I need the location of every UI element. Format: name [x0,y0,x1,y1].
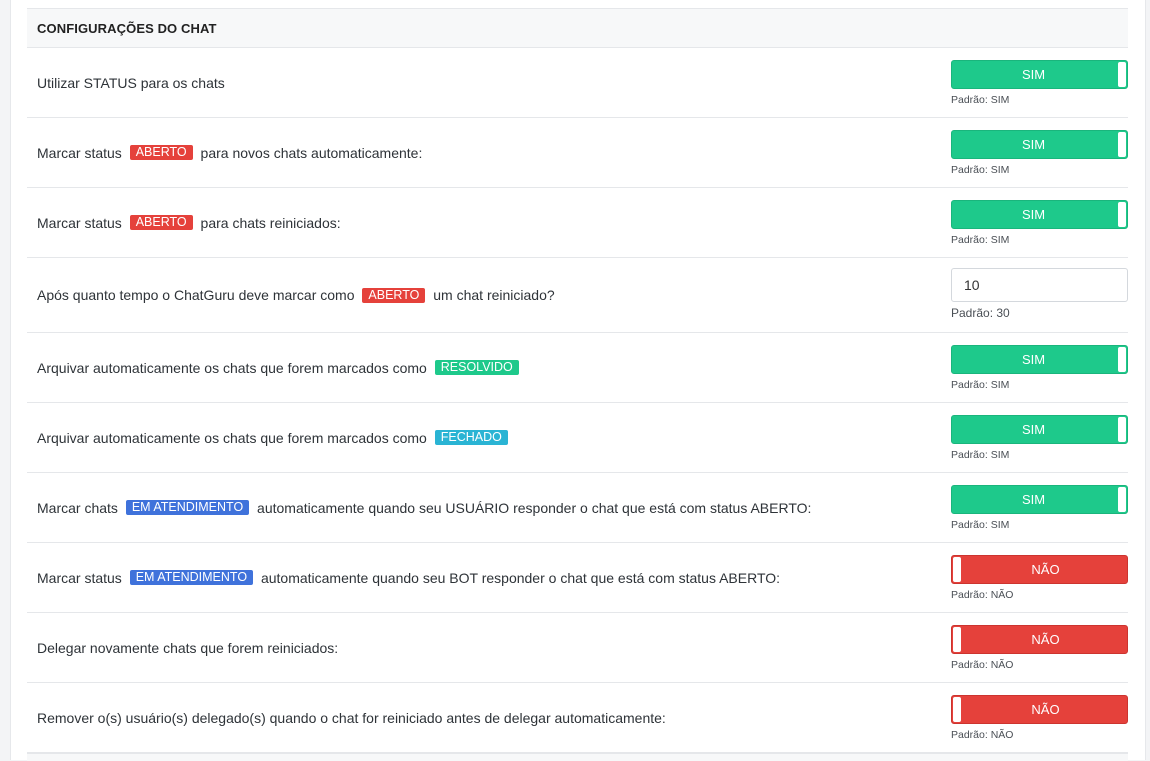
toggle-label: NÃO [1031,702,1060,717]
default-value-text: Padrão: SIM [951,94,1010,106]
setting-control: Padrão: 30 [951,268,1128,319]
setting-label: Arquivar automaticamente os chats que fo… [37,333,523,402]
status-badge-aberto: ABERTO [129,145,193,160]
setting-row-attending-bot: Marcar status EM ATENDIMENTO automaticam… [27,543,1128,613]
toggle-label: SIM [1021,492,1046,507]
setting-row-open-new-chats: Marcar status ABERTO para novos chats au… [27,118,1128,188]
status-badge-aberto: ABERTO [362,287,426,303]
toggle-label: SIM [1021,137,1046,152]
setting-row-archive-closed: Arquivar automaticamente os chats que fo… [27,403,1128,473]
setting-control: SIM Padrão: SIM [951,345,1128,391]
open-restarted-chats-toggle[interactable]: SIM [951,200,1128,229]
status-badge-em-atendimento: EM ATENDIMENTO [125,500,250,515]
setting-label: Marcar status EM ATENDIMENTO automaticam… [37,569,781,586]
default-value-text: Padrão: NÃO [951,729,1014,741]
default-value-text: Padrão: NÃO [951,589,1014,601]
open-new-chats-toggle[interactable]: SIM [951,130,1128,159]
setting-row-use-status: Utilizar STATUS para os chats SIM Padrão… [27,48,1128,118]
toggle-label: NÃO [1031,562,1060,577]
toggle-knob [1118,347,1126,372]
default-value-text: Padrão: SIM [951,379,1010,391]
toggle-knob [1118,202,1126,227]
open-delay-input[interactable] [951,268,1128,302]
archive-resolved-toggle[interactable]: SIM [951,345,1128,374]
setting-control: SIM Padrão: SIM [951,130,1128,176]
toggle-knob [953,697,961,722]
attending-user-toggle[interactable]: SIM [951,485,1128,514]
setting-control: SIM Padrão: SIM [951,200,1128,246]
archive-closed-toggle[interactable]: SIM [951,415,1128,444]
toggle-label: NÃO [1031,632,1060,647]
default-value-text: Padrão: NÃO [951,659,1014,671]
setting-row-archive-resolved: Arquivar automaticamente os chats que fo… [27,333,1128,403]
status-badge-aberto: ABERTO [129,215,193,230]
default-value-text: Padrão: SIM [951,234,1010,246]
default-value-text: Padrão: 30 [951,306,1010,320]
setting-label: Utilizar STATUS para os chats [37,74,225,91]
default-value-text: Padrão: SIM [951,519,1010,531]
toggle-knob [1118,132,1126,157]
toggle-knob [1118,487,1126,512]
setting-label: Marcar status ABERTO para chats reinicia… [37,214,341,231]
toggle-knob [1118,62,1126,87]
toggle-knob [1118,417,1126,442]
use-status-toggle[interactable]: SIM [951,60,1128,89]
toggle-label: SIM [1021,422,1046,437]
setting-control: NÃO Padrão: NÃO [951,625,1128,671]
setting-label: Marcar chats EM ATENDIMENTO automaticame… [37,499,812,516]
setting-label: Marcar status ABERTO para novos chats au… [37,144,423,161]
setting-control: NÃO Padrão: NÃO [951,695,1128,741]
attending-bot-toggle[interactable]: NÃO [951,555,1128,584]
settings-panel: CONFIGURAÇÕES DO CHAT Utilizar STATUS pa… [10,0,1146,761]
default-value-text: Padrão: SIM [951,449,1010,461]
settings-list: Utilizar STATUS para os chats SIM Padrão… [27,48,1128,753]
redelegate-toggle[interactable]: NÃO [951,625,1128,654]
setting-row-attending-user: Marcar chats EM ATENDIMENTO automaticame… [27,473,1128,543]
setting-control: SIM Padrão: SIM [951,60,1128,106]
setting-row-open-delay: Após quanto tempo o ChatGuru deve marcar… [27,258,1128,333]
toggle-knob [953,627,961,652]
toggle-label: SIM [1021,352,1046,367]
status-badge-resolvido: RESOLVIDO [434,360,519,375]
status-badge-fechado: FECHADO [434,430,508,445]
remove-delegated-toggle[interactable]: NÃO [951,695,1128,724]
setting-label: Após quanto tempo o ChatGuru deve marcar… [37,287,555,303]
setting-label: Remover o(s) usuário(s) delegado(s) quan… [37,709,666,726]
setting-row-remove-delegated: Remover o(s) usuário(s) delegado(s) quan… [27,683,1128,753]
setting-row-redelegate: Delegar novamente chats que forem reinic… [27,613,1128,683]
section-header: CONFIGURAÇÕES DO CHAT [27,8,1128,48]
status-badge-em-atendimento: EM ATENDIMENTO [129,570,254,585]
setting-control: NÃO Padrão: NÃO [951,555,1128,601]
toggle-label: SIM [1021,67,1046,82]
toggle-label: SIM [1021,207,1046,222]
setting-label: Arquivar automaticamente os chats que fo… [37,403,512,472]
toggle-knob [953,557,961,582]
default-value-text: Padrão: SIM [951,164,1010,176]
setting-control: SIM Padrão: SIM [951,485,1128,531]
section-title: CONFIGURAÇÕES DO CHAT [37,20,217,36]
setting-control: SIM Padrão: SIM [951,415,1128,461]
setting-row-open-restarted-chats: Marcar status ABERTO para chats reinicia… [27,188,1128,258]
setting-label: Delegar novamente chats que forem reinic… [37,639,339,656]
